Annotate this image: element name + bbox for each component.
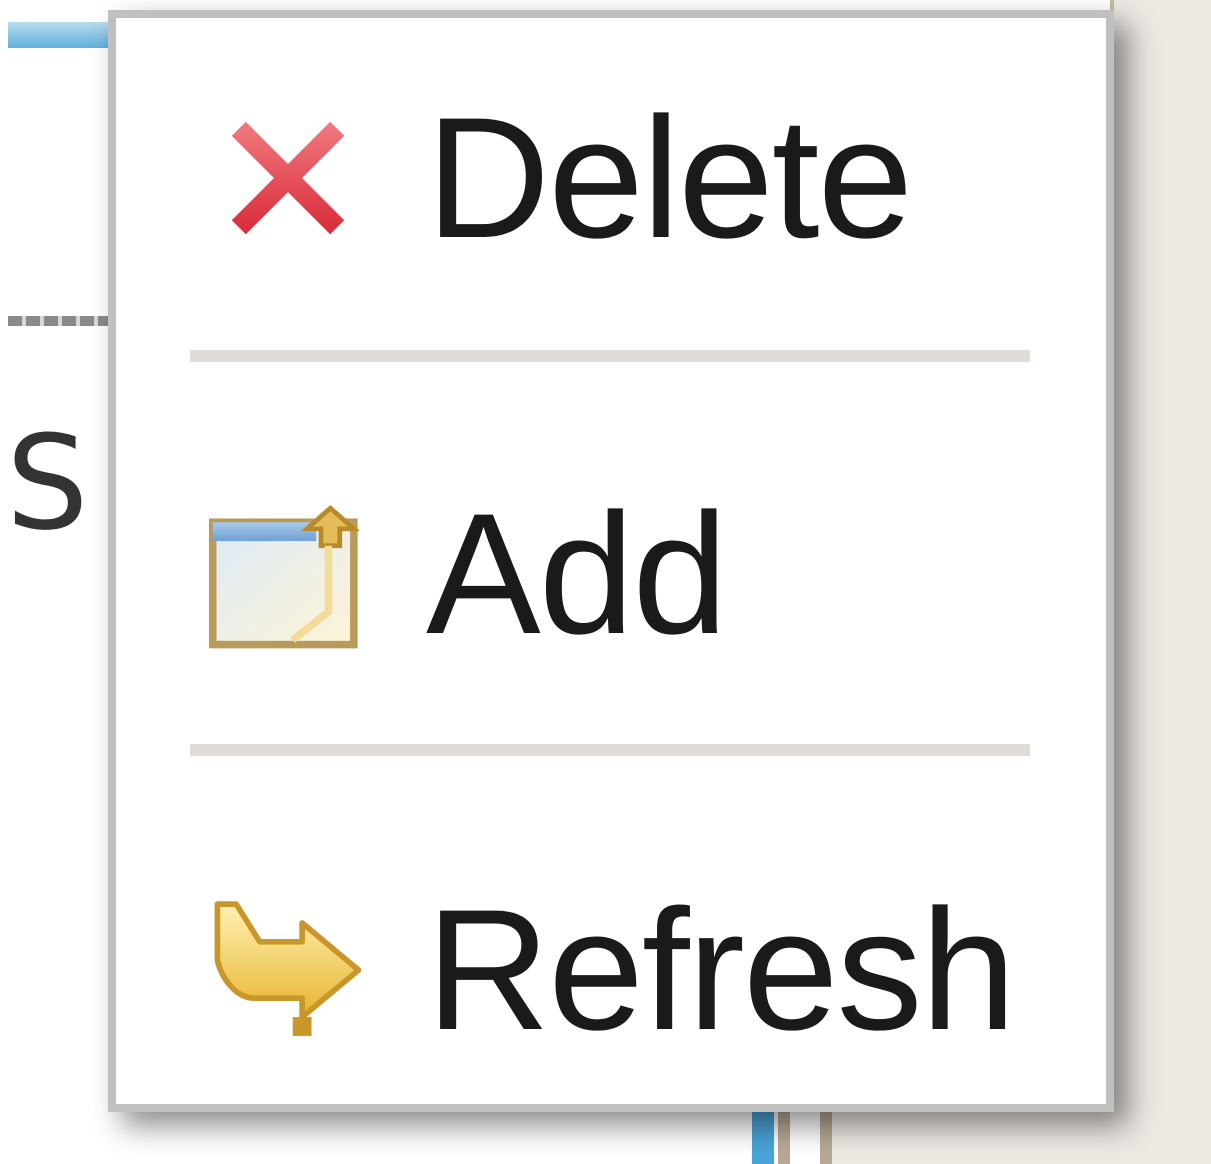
menu-item-delete[interactable]: Delete xyxy=(116,58,1106,298)
menu-item-label: Delete xyxy=(426,82,913,274)
background-right-pane xyxy=(1114,0,1211,1164)
menu-separator xyxy=(190,350,1030,362)
menu-item-label: Refresh xyxy=(426,874,1016,1066)
background-bottom-right-area xyxy=(830,1112,1211,1164)
background-column-divider xyxy=(820,1112,832,1164)
background-left-pane: S xyxy=(0,0,110,1164)
refresh-arrow-icon xyxy=(208,890,368,1050)
background-partial-text: S xyxy=(6,407,89,559)
add-window-icon xyxy=(208,494,368,654)
menu-separator xyxy=(190,744,1030,756)
background-selection-bar xyxy=(8,22,108,48)
context-menu: Delete Add Refresh xyxy=(108,10,1114,1112)
background-scrollbar-track xyxy=(778,1112,790,1164)
menu-item-refresh[interactable]: Refresh xyxy=(116,850,1106,1090)
menu-item-label: Add xyxy=(426,478,728,670)
background-scrollbar-thumb[interactable] xyxy=(752,1112,774,1164)
delete-x-icon xyxy=(208,98,368,258)
menu-item-add[interactable]: Add xyxy=(116,454,1106,694)
background-divider xyxy=(8,316,108,326)
